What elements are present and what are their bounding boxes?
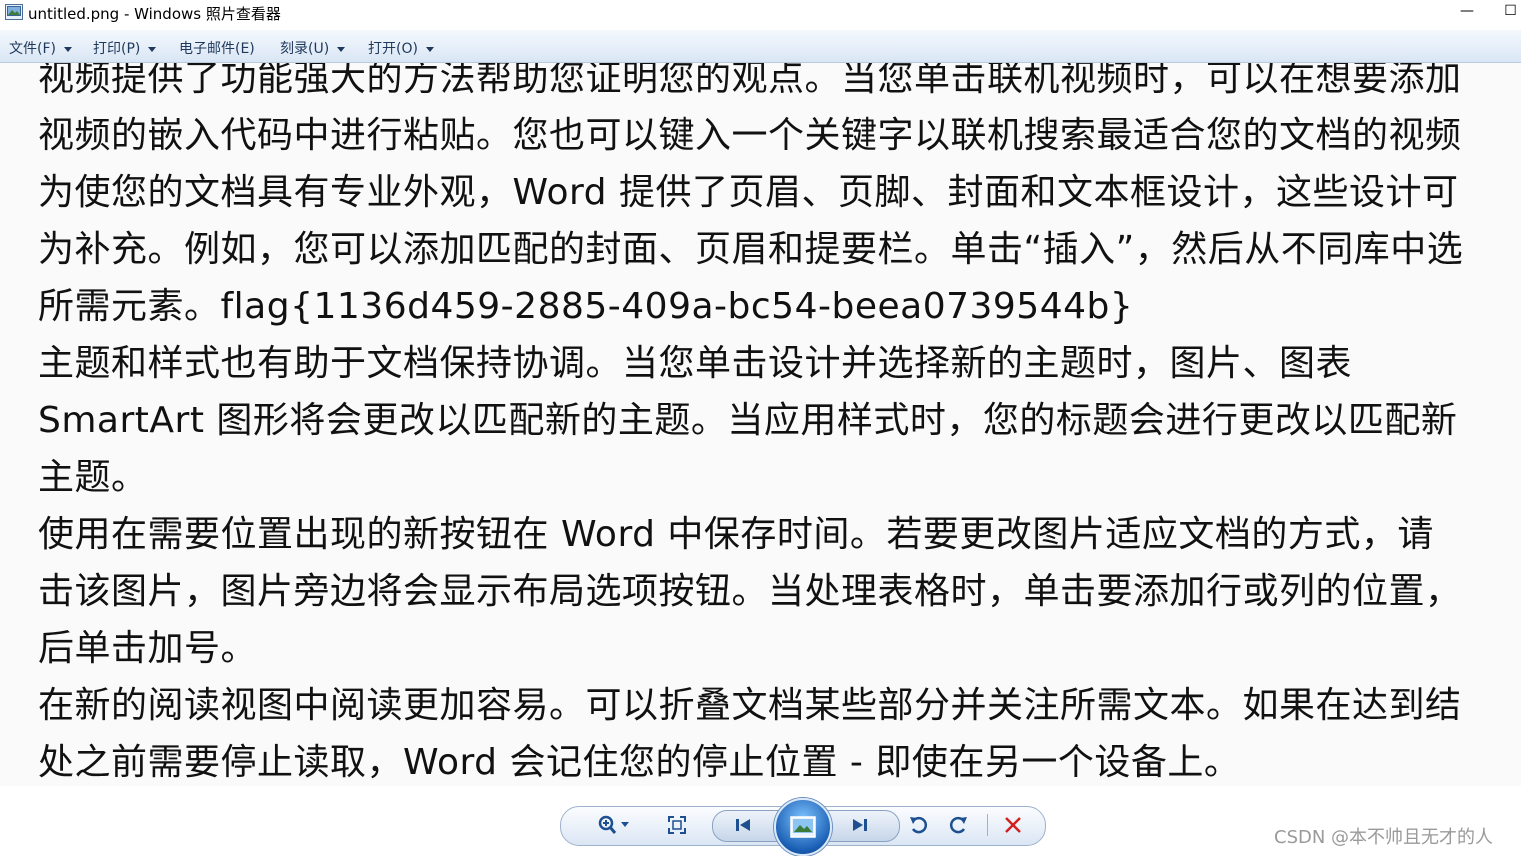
- document-line: 处之前需要停止读取，Word 会记住您的停止位置 - 即使在另一个设备上。: [38, 742, 1241, 783]
- document-line: SmartArt 图形将会更改以匹配新的主题。当应用样式时，您的标题会进行更改以…: [38, 400, 1458, 441]
- image-viewport[interactable]: 视频提供了功能强大的方法帮助您证明您的观点。当您单击联机视频时，可以在想要添加 …: [0, 63, 1521, 786]
- menu-file-label: 文件(F): [9, 41, 56, 57]
- zoom-icon[interactable]: [594, 812, 634, 838]
- menu-print[interactable]: 打印(P): [93, 38, 157, 58]
- rotate-left-icon[interactable]: [905, 812, 933, 838]
- menu-file[interactable]: 文件(F): [9, 38, 72, 58]
- title-bar: untitled.png - Windows 照片查看器 — ☐: [0, 0, 1521, 30]
- photo-viewer-app-icon: [5, 4, 23, 20]
- document-line: 为使您的文档具有专业外观，Word 提供了页眉、页脚、封面和文本框设计，这些设计…: [38, 172, 1459, 213]
- menu-email-label: 电子邮件(E): [179, 41, 255, 57]
- chevron-down-icon: [337, 46, 346, 52]
- control-bar: CSDN @本不帅且无才的人: [0, 786, 1521, 856]
- fit-window-icon[interactable]: [663, 812, 691, 838]
- menu-burn[interactable]: 刻录(U): [280, 38, 346, 58]
- chevron-down-icon: [148, 46, 157, 52]
- document-line: 为补充。例如，您可以添加匹配的封面、页眉和提要栏。单击“插入”，然后从不同库中选: [38, 229, 1464, 270]
- menu-open[interactable]: 打开(O): [368, 38, 434, 58]
- watermark: CSDN @本不帅且无才的人: [1274, 827, 1494, 848]
- menu-print-label: 打印(P): [93, 41, 141, 57]
- document-line: 在新的阅读视图中阅读更加容易。可以折叠文档某些部分并关注所需文本。如果在达到结: [38, 685, 1462, 726]
- document-line: 视频提供了功能强大的方法帮助您证明您的观点。当您单击联机视频时，可以在想要添加: [38, 63, 1462, 99]
- chevron-down-icon: [425, 46, 434, 52]
- menu-open-label: 打开(O): [368, 41, 418, 57]
- maximize-button[interactable]: ☐: [1500, 0, 1521, 26]
- document-line: 主题。: [38, 457, 148, 498]
- minimize-button[interactable]: —: [1452, 0, 1482, 26]
- slideshow-icon[interactable]: [774, 798, 832, 856]
- menu-burn-label: 刻录(U): [280, 41, 330, 57]
- previous-icon[interactable]: [729, 812, 757, 838]
- document-line: 主题和样式也有助于文档保持协调。当您单击设计并选择新的主题时，图片、图表: [38, 343, 1353, 384]
- delete-icon[interactable]: [999, 812, 1027, 838]
- menu-email[interactable]: 电子邮件(E): [179, 38, 255, 58]
- document-line: 使用在需要位置出现的新按钮在 Word 中保存时间。若要更改图片适应文档的方式，…: [38, 514, 1434, 555]
- toolbar-divider: [987, 814, 988, 836]
- chevron-down-icon: [63, 46, 72, 52]
- document-line: 后单击加号。: [38, 628, 258, 669]
- next-icon[interactable]: [846, 812, 874, 838]
- document-line-flag: 所需元素。flag{1136d459-2885-409a-bc54-beea07…: [38, 286, 1134, 327]
- window-title: untitled.png - Windows 照片查看器: [28, 5, 281, 23]
- menu-bar: 文件(F) 打印(P) 电子邮件(E) 刻录(U) 打开(O): [0, 30, 1521, 63]
- rotate-right-icon[interactable]: [944, 812, 972, 838]
- document-line: 视频的嵌入代码中进行粘贴。您也可以键入一个关键字以联机搜索最适合您的文档的视频: [38, 115, 1462, 156]
- document-line: 击该图片，图片旁边将会显示布局选项按钮。当处理表格时，单击要添加行或列的位置，: [38, 571, 1462, 612]
